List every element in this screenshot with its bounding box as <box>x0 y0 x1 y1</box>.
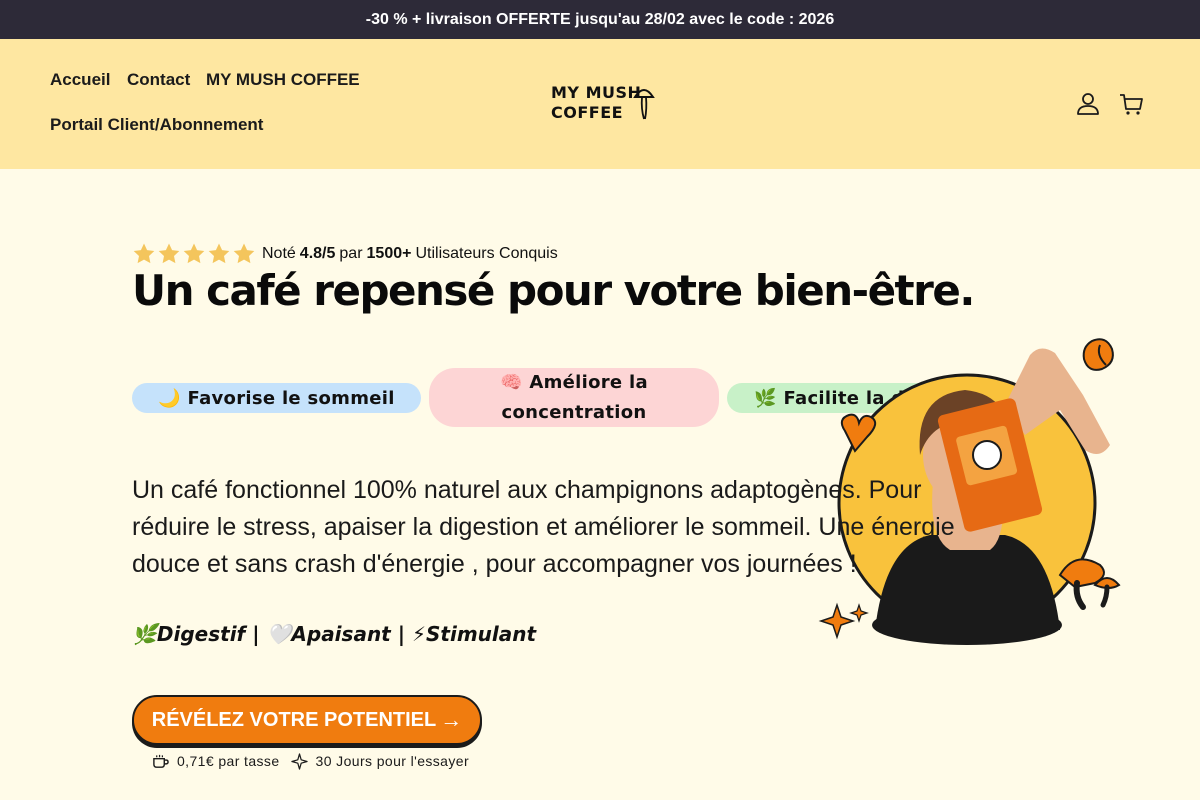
perk-label-price: 0,71€ par tasse <box>177 753 280 769</box>
nav-item-accueil[interactable]: Accueil <box>50 70 110 90</box>
cta-label: RÉVÉLEZ VOTRE POTENTIEL <box>151 708 437 731</box>
perks-row: 0,71€ par tasse 30 Jours pour l'essayer <box>152 750 469 772</box>
benefit-pill-concentration: 🧠 Améliore la concentration <box>429 368 719 427</box>
star-icon <box>158 243 180 264</box>
rating-count: 1500+ <box>366 245 412 262</box>
logo-line-2: COFFEE <box>551 103 624 122</box>
star-icon <box>233 243 255 264</box>
rating-middle: par <box>339 245 363 262</box>
cart-icon[interactable] <box>1118 91 1144 117</box>
hero-title: Un café repensé pour votre bien-être. <box>132 266 975 315</box>
site-logo[interactable]: MY MUSH COFFEE <box>551 81 657 127</box>
nav-item-my-mush-coffee[interactable]: MY MUSH COFFEE <box>206 70 360 90</box>
cup-icon <box>153 754 169 768</box>
star-icon <box>183 243 205 264</box>
nav-item-contact[interactable]: Contact <box>127 70 190 90</box>
rating-score: 4.8/5 <box>299 245 336 262</box>
site-header: Accueil Contact MY MUSH COFFEE Portail C… <box>0 39 1200 169</box>
rating-prefix: Noté <box>262 245 296 262</box>
star-icon <box>208 243 230 264</box>
account-icon[interactable] <box>1075 91 1101 117</box>
cta-reveal-potential-button[interactable]: RÉVÉLEZ VOTRE POTENTIEL → <box>132 695 482 745</box>
logo-mushroom-icon <box>633 89 655 120</box>
arrow-right-icon: → <box>440 707 463 732</box>
announcement-bar: -30 % + livraison OFFERTE jusqu'au 28/02… <box>0 0 1200 39</box>
benefit-pill-sleep: 🌙 Favorise le sommeil <box>132 383 421 413</box>
sparkle-icon <box>290 752 308 770</box>
announcement-text: -30 % + livraison OFFERTE jusqu'au 28/02… <box>365 10 835 28</box>
hero-benefits: 🌿Digestif | 🤍Apaisant | ⚡Stimulant <box>132 622 537 646</box>
perk-label-trial: 30 Jours pour l'essayer <box>315 753 470 769</box>
rating-stars <box>132 242 256 266</box>
nav-item-portail-client[interactable]: Portail Client/Abonnement <box>50 115 263 135</box>
rating-suffix: Utilisateurs Conquis <box>415 245 558 262</box>
logo-line-1: MY MUSH <box>551 83 642 102</box>
hero-description: Un café fonctionnel 100% naturel aux cha… <box>132 476 955 578</box>
star-icon <box>133 243 155 264</box>
rating-row: Noté 4.8/5 par 1500+ Utilisateurs Conqui… <box>132 240 558 268</box>
